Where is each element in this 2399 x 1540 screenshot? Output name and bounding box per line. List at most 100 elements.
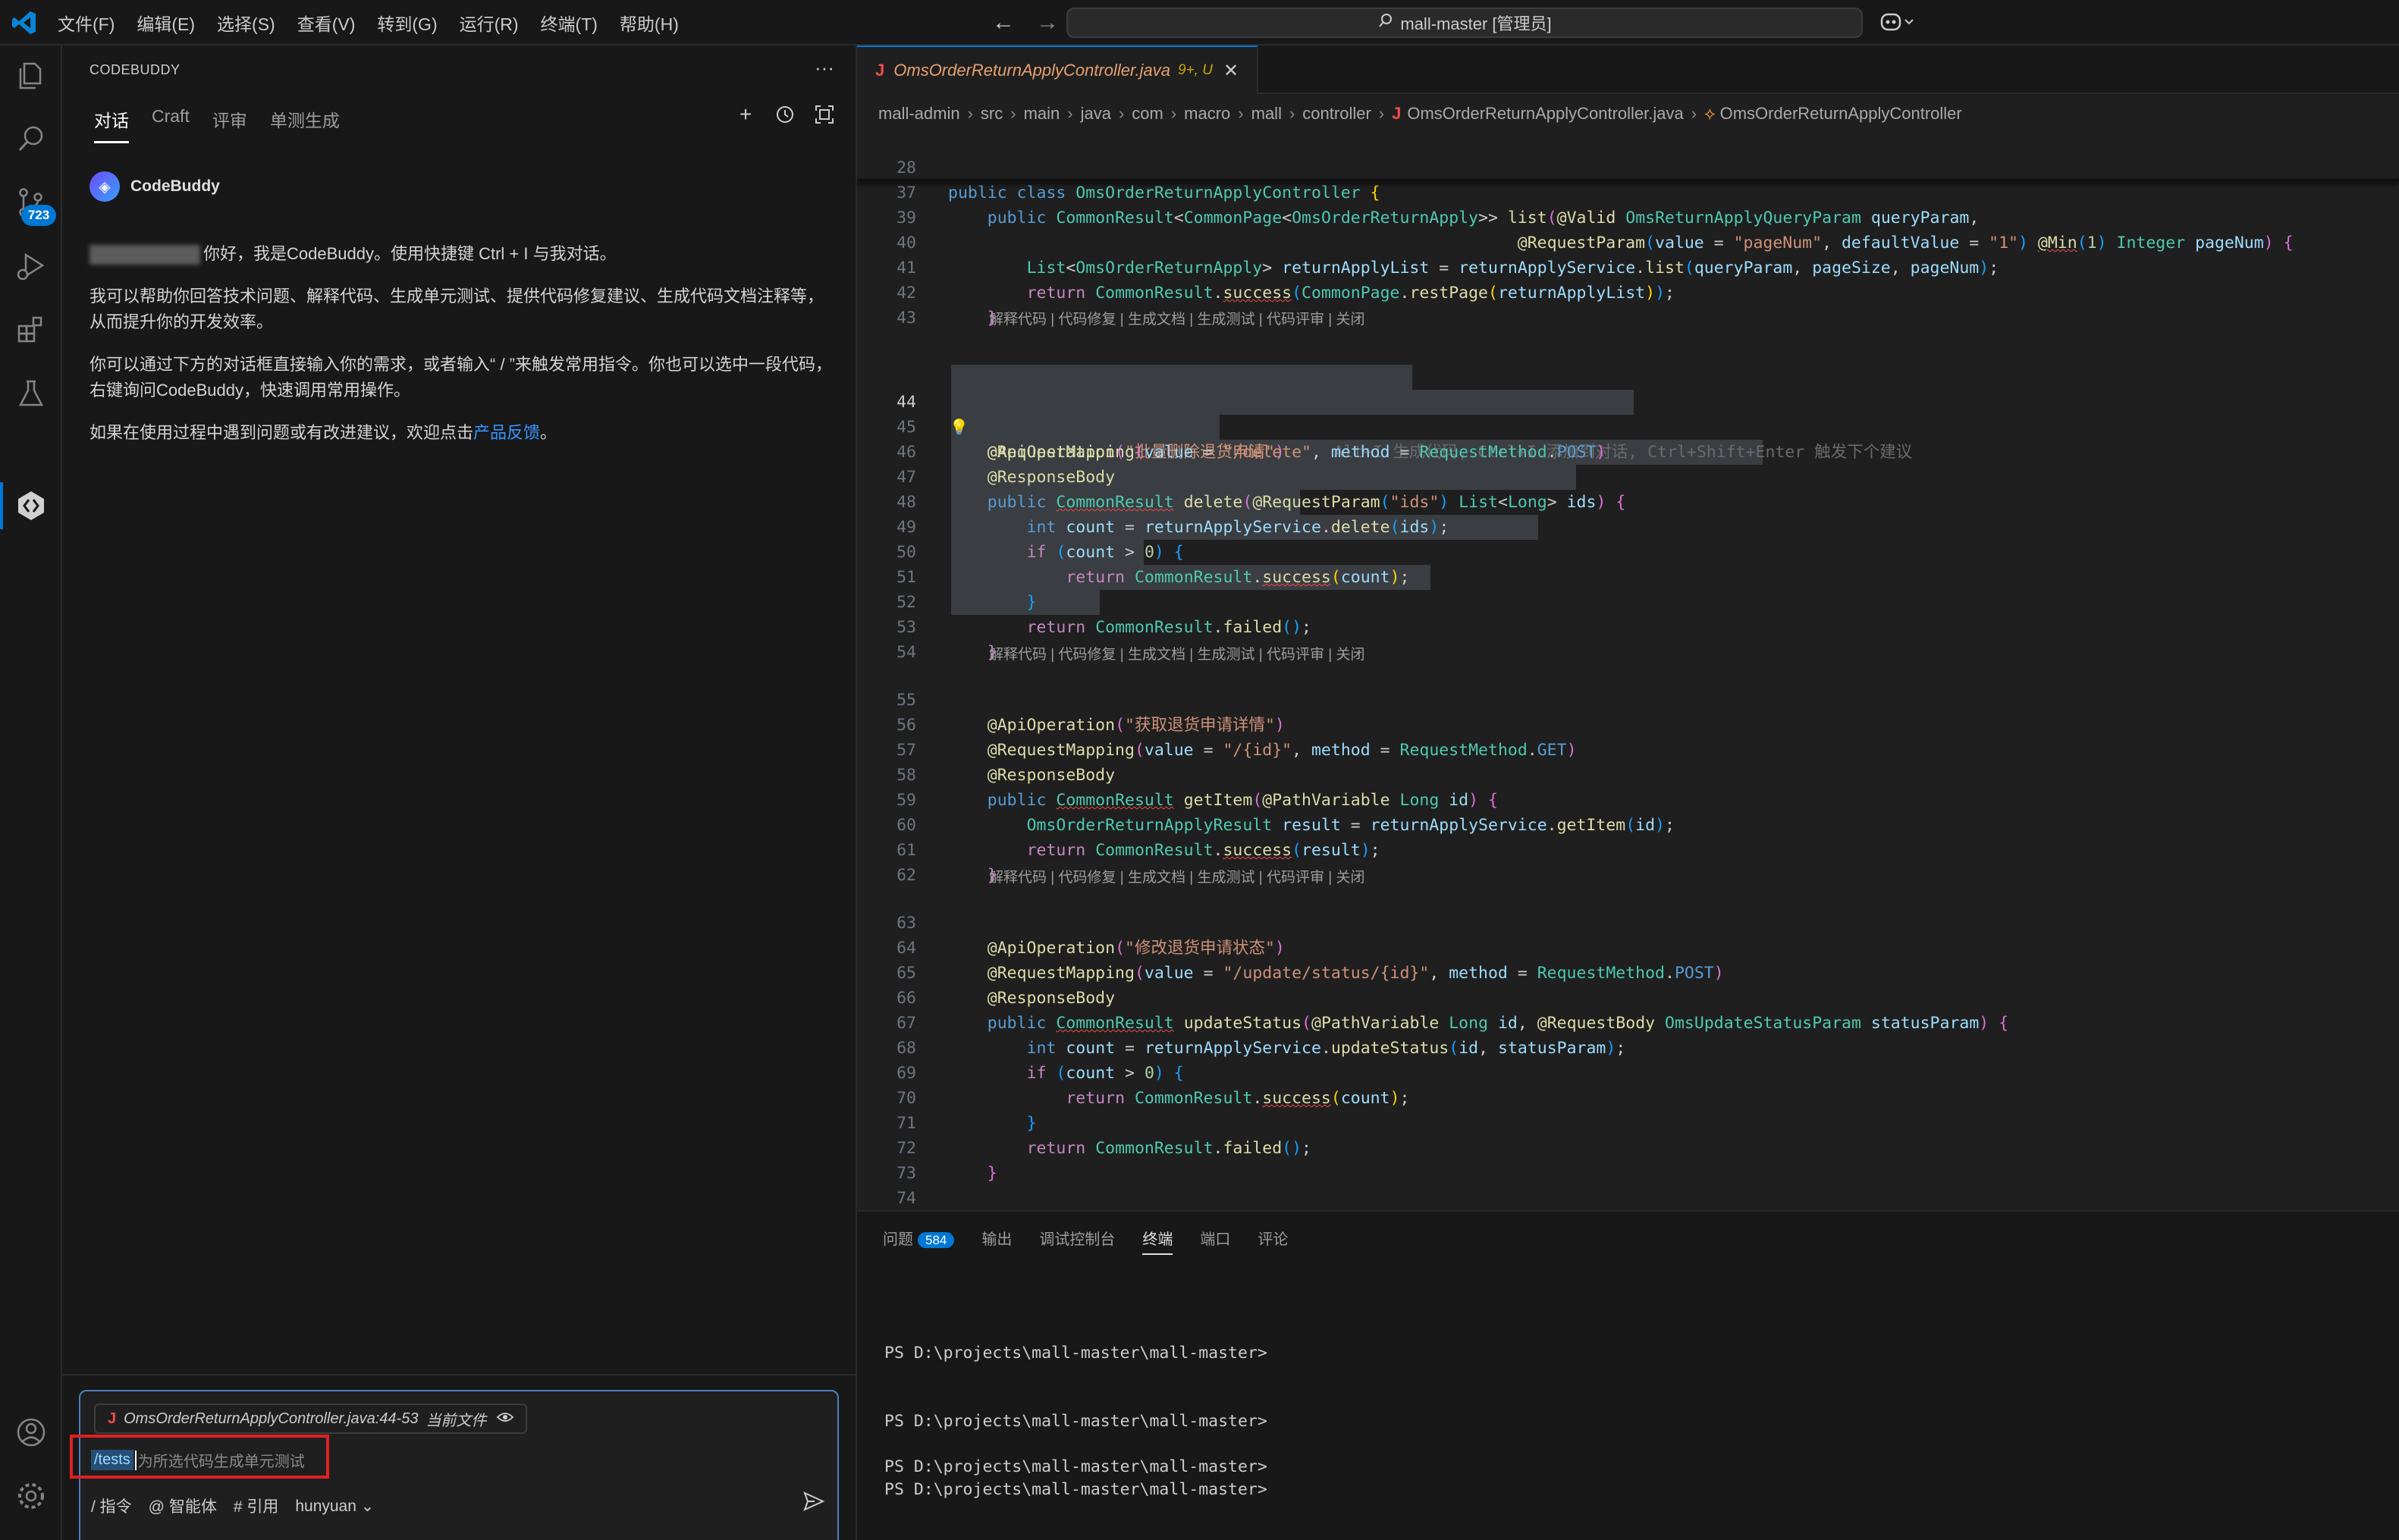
- code-line: 73: [896, 1164, 916, 1183]
- tab-terminal[interactable]: 终端: [1142, 1227, 1173, 1255]
- close-tab-icon[interactable]: ✕: [1223, 60, 1239, 82]
- editor-tab-bar: J OmsOrderReturnApplyController.java 9+,…: [857, 45, 2399, 94]
- code-line: 46 @ResponseBody: [896, 443, 1116, 487]
- breadcrumb-item[interactable]: com: [1132, 104, 1163, 124]
- code-line: 75: [857, 1186, 2399, 1233]
- tab-problems[interactable]: 问题 584: [883, 1227, 955, 1255]
- context-file-chip[interactable]: J OmsOrderReturnApplyController.java:44-…: [94, 1404, 528, 1434]
- navigation-arrows: ← →: [990, 9, 1061, 36]
- codelens-actions[interactable]: 解释代码 | 代码修复 | 生成文档 | 生成测试 | 代码评审 | 关闭: [989, 308, 1364, 331]
- context-tag: 当前文件: [425, 1412, 487, 1429]
- panel-tabs: 问题 584 输出 调试控制台 终端 端口 评论: [883, 1227, 1288, 1255]
- problems-count-badge: 584: [918, 1232, 955, 1248]
- breadcrumb-item[interactable]: OmsOrderReturnApplyController.java: [1407, 104, 1683, 124]
- settings-gear-icon[interactable]: [14, 1479, 49, 1513]
- tab-review[interactable]: 评审: [212, 106, 247, 143]
- breadcrumb-item[interactable]: java: [1081, 104, 1111, 124]
- tab-unit-test[interactable]: 单测生成: [270, 106, 340, 143]
- tab-craft[interactable]: Craft: [152, 106, 190, 143]
- breadcrumb-item[interactable]: main: [1024, 104, 1060, 124]
- chevron-down-icon: ⌄: [360, 1497, 375, 1515]
- code-line: 60 return CommonResult.success(result);: [896, 816, 1380, 860]
- breadcrumb-item[interactable]: OmsOrderReturnApplyController: [1720, 104, 1962, 124]
- command-trigger-button[interactable]: / 指令: [91, 1495, 132, 1517]
- code-line: 71 return CommonResult.failed();: [896, 1114, 1311, 1158]
- feedback-link[interactable]: 产品反馈: [473, 423, 540, 442]
- menu-go[interactable]: 转到(G): [377, 10, 437, 36]
- code-line: 57 @ResponseBody: [896, 741, 1116, 785]
- tab-status: 9+, U: [1178, 62, 1213, 78]
- send-icon[interactable]: [802, 1490, 825, 1518]
- code-line: 54: [896, 643, 916, 662]
- command-center[interactable]: mall-master [管理员]: [1066, 8, 1863, 38]
- redacted-username: [89, 245, 200, 265]
- code-line: 53 }: [896, 618, 997, 662]
- extensions-icon[interactable]: [14, 312, 49, 347]
- account-icon[interactable]: [14, 1415, 49, 1450]
- code-line: 68 if (count > 0) {: [896, 1039, 1184, 1083]
- code-line: 50 return CommonResult.success(count);: [896, 543, 1410, 587]
- code-line: 62: [896, 866, 916, 885]
- code-line: 70 }: [896, 1089, 1037, 1133]
- divider: [62, 1374, 857, 1375]
- java-file-icon: J: [108, 1410, 117, 1427]
- search-icon[interactable]: [14, 121, 49, 156]
- breadcrumb-item[interactable]: mall-admin: [878, 104, 960, 124]
- code-line: 72 }: [896, 1139, 997, 1183]
- run-debug-icon[interactable]: [14, 249, 49, 284]
- code-line: 41 return CommonResult.success(CommonPag…: [896, 259, 1675, 303]
- history-icon[interactable]: [774, 103, 796, 126]
- expand-view-icon[interactable]: [813, 103, 836, 126]
- codebuddy-icon[interactable]: [14, 488, 49, 523]
- reference-trigger-button[interactable]: # 引用: [234, 1495, 279, 1517]
- context-file-name: OmsOrderReturnApplyController.java:44-53: [124, 1410, 419, 1427]
- back-arrow-icon[interactable]: ←: [990, 9, 1017, 36]
- code-line: 58 public CommonResult getItem(@PathVari…: [896, 766, 1498, 810]
- breadcrumb-item[interactable]: src: [981, 104, 1003, 124]
- tab-comments[interactable]: 评论: [1258, 1227, 1288, 1255]
- explorer-icon[interactable]: [14, 58, 49, 93]
- model-selector[interactable]: hunyuan ⌄: [295, 1497, 374, 1516]
- code-line: 42 }: [896, 284, 997, 328]
- menu-terminal[interactable]: 终端(T): [541, 10, 598, 36]
- codebuddy-header: ◈ CodeBuddy: [89, 171, 220, 202]
- breadcrumb-item[interactable]: controller: [1302, 104, 1371, 124]
- agent-trigger-button[interactable]: @ 智能体: [149, 1495, 217, 1517]
- menu-run[interactable]: 运行(R): [460, 10, 519, 36]
- code-line-current: 44 💡 @ApiOperation("批量删除退货申请") Alt+I 生成代…: [896, 393, 1913, 462]
- code-line: 48 int count = returnApplyService.delete…: [896, 493, 1449, 537]
- more-actions-icon[interactable]: ···: [815, 56, 834, 80]
- search-icon: [1377, 12, 1394, 33]
- editor-tab-active[interactable]: J OmsOrderReturnApplyController.java 9+,…: [857, 45, 1259, 94]
- menu-file[interactable]: 文件(F): [58, 10, 115, 36]
- forward-arrow-icon[interactable]: →: [1034, 9, 1061, 36]
- code-line: 43: [896, 309, 916, 328]
- new-chat-plus-icon[interactable]: +: [734, 103, 757, 126]
- copilot-icon[interactable]: [1879, 11, 1916, 39]
- codebuddy-avatar: ◈: [89, 171, 120, 202]
- tab-ports[interactable]: 端口: [1200, 1227, 1230, 1255]
- chat-footer: / 指令 @ 智能体 # 引用 hunyuan ⌄: [91, 1495, 374, 1517]
- code-line: 37 public CommonResult<CommonPage<OmsOrd…: [896, 183, 1980, 227]
- sidebar-actions: +: [734, 103, 836, 126]
- breadcrumb-item[interactable]: macro: [1184, 104, 1230, 124]
- breadcrumb-item[interactable]: mall: [1251, 104, 1282, 124]
- terminal-line[interactable]: PS D:\projects\mall-master\mall-master>: [884, 1344, 1267, 1363]
- menu-view[interactable]: 查看(V): [297, 10, 356, 36]
- tab-debug-console[interactable]: 调试控制台: [1039, 1227, 1115, 1255]
- menu-edit[interactable]: 编辑(E): [137, 10, 195, 36]
- terminal-line[interactable]: PS D:\projects\mall-master\mall-master>: [884, 1480, 1267, 1499]
- menu-selection[interactable]: 选择(S): [217, 10, 275, 36]
- eye-icon[interactable]: [497, 1410, 514, 1428]
- terminal-line[interactable]: PS D:\projects\mall-master\mall-master>: [884, 1457, 1267, 1476]
- title-bar: 文件(F) 编辑(E) 选择(S) 查看(V) 转到(G) 运行(R) 终端(T…: [0, 0, 2399, 45]
- java-file-icon: J: [1392, 104, 1402, 123]
- active-indicator: [0, 482, 3, 529]
- sidebar-tabs: 对话 Craft 评审 单测生成: [94, 106, 340, 143]
- terminal-line[interactable]: PS D:\projects\mall-master\mall-master>: [884, 1412, 1267, 1431]
- menu-help[interactable]: 帮助(H): [620, 10, 679, 36]
- tab-chat[interactable]: 对话: [94, 106, 129, 143]
- code-line: 47 public CommonResult delete(@RequestPa…: [896, 468, 1626, 512]
- testing-flask-icon[interactable]: [14, 376, 49, 411]
- tab-output[interactable]: 输出: [981, 1227, 1012, 1255]
